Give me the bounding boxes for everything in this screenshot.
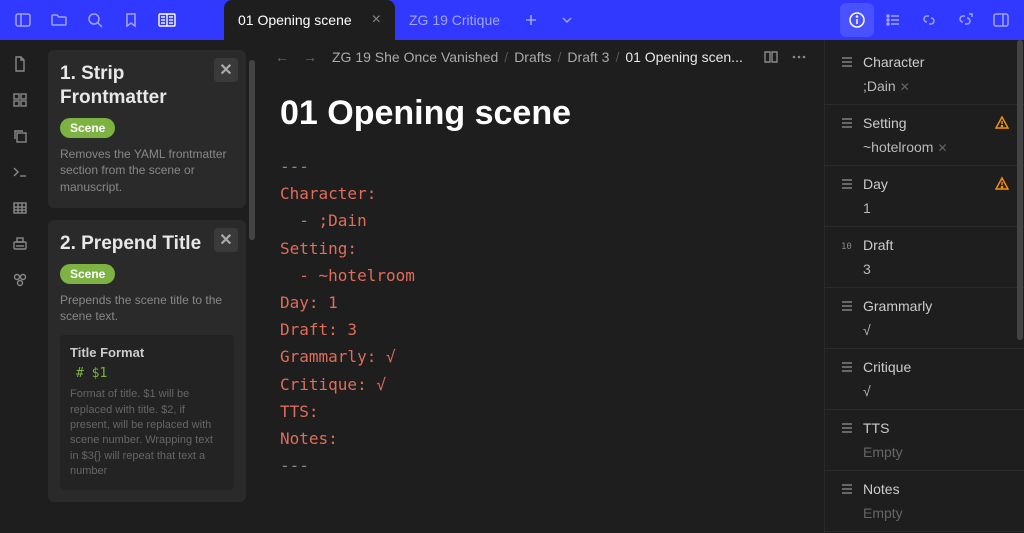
prop-value[interactable]: √ [839, 318, 1010, 342]
modules-icon[interactable] [4, 266, 36, 294]
title-format-panel: Title Format # $1 Format of title. $1 wi… [60, 335, 234, 489]
tab-critique[interactable]: ZG 19 Critique [395, 0, 514, 40]
terminal-icon[interactable] [4, 158, 36, 186]
prop-icon: 10 [839, 237, 855, 253]
breadcrumb[interactable]: ZG 19 She Once Vanished / Drafts / Draft… [332, 49, 750, 65]
typewriter-icon[interactable] [4, 230, 36, 258]
prop-label: Setting [863, 115, 907, 131]
scene-badge: Scene [60, 264, 115, 284]
properties-panel: Character ;Dain✕ Setting ~hotelroom✕ Day 1 10 D… [824, 40, 1024, 533]
property-day[interactable]: Day 1 [825, 166, 1024, 226]
svg-text:10: 10 [841, 242, 852, 252]
editor-pane: ← → ZG 19 She Once Vanished / Drafts / D… [256, 40, 824, 533]
property-character[interactable]: Character ;Dain✕ [825, 44, 1024, 104]
warning-icon [994, 115, 1010, 131]
prop-value[interactable]: ~hotelroom✕ [839, 135, 1010, 159]
card-desc: Prepends the scene title to the scene te… [60, 292, 234, 326]
close-icon[interactable]: ✕ [214, 228, 238, 252]
subcard-help: Format of title. $1 will be replaced wit… [70, 387, 224, 479]
card-title: 1. Strip Frontmatter [60, 62, 234, 110]
prop-value[interactable]: √ [839, 379, 1010, 403]
bookmark-icon[interactable] [114, 3, 148, 37]
more-icon[interactable] [790, 48, 808, 66]
prop-value[interactable]: Empty [839, 440, 1010, 464]
file-icon[interactable] [4, 50, 36, 78]
frontmatter[interactable]: --- Character: - ;Dain Setting: - ~hotel… [280, 153, 800, 479]
subcard-heading: Title Format [70, 345, 224, 360]
backlinks-icon[interactable] [912, 3, 946, 37]
prop-value[interactable]: 1 [839, 196, 1010, 220]
scrollbar[interactable] [248, 40, 256, 533]
grid-icon[interactable] [4, 86, 36, 114]
reading-view-icon[interactable] [762, 48, 780, 66]
card-desc: Removes the YAML frontmatter section fro… [60, 146, 234, 196]
prop-label: Draft [863, 237, 893, 253]
nav-back-icon[interactable]: ← [272, 49, 292, 65]
tab-opening-scene[interactable]: 01 Opening scene × [224, 0, 395, 40]
property-critique[interactable]: Critique √ [825, 349, 1024, 409]
search-icon[interactable] [78, 3, 112, 37]
card-strip-frontmatter[interactable]: ✕ 1. Strip Frontmatter Scene Removes the… [48, 50, 246, 208]
prop-value[interactable]: ;Dain✕ [839, 74, 1010, 98]
prop-icon [839, 359, 855, 375]
property-tts[interactable]: TTS Empty [825, 410, 1024, 470]
nav-forward-icon[interactable]: → [300, 49, 320, 65]
left-panel-toggle-icon[interactable] [6, 3, 40, 37]
sidebar: ✕ 1. Strip Frontmatter Scene Removes the… [40, 40, 256, 533]
tab-label: ZG 19 Critique [409, 12, 500, 28]
folder-icon[interactable] [42, 3, 76, 37]
outline-icon[interactable] [876, 3, 910, 37]
prop-label: Notes [863, 481, 900, 497]
copy-icon[interactable] [4, 122, 36, 150]
close-icon[interactable]: ✕ [214, 58, 238, 82]
prop-icon [839, 481, 855, 497]
prop-icon [839, 115, 855, 131]
left-rail [0, 40, 40, 533]
right-panel-toggle-icon[interactable] [984, 3, 1018, 37]
card-prepend-title[interactable]: ✕ 2. Prepend Title Scene Prepends the sc… [48, 220, 246, 502]
property-notes[interactable]: Notes Empty [825, 471, 1024, 531]
close-icon[interactable]: × [372, 11, 381, 29]
prop-label: TTS [863, 420, 889, 436]
prop-label: Character [863, 54, 924, 70]
tab-label: 01 Opening scene [238, 12, 352, 28]
scene-badge: Scene [60, 118, 115, 138]
outgoing-links-icon[interactable] [948, 3, 982, 37]
titlebar: 01 Opening scene × ZG 19 Critique [0, 0, 1024, 40]
prop-icon [839, 176, 855, 192]
property-draft[interactable]: 10 Draft 3 [825, 227, 1024, 287]
reading-icon[interactable] [150, 3, 184, 37]
remove-icon[interactable]: ✕ [900, 80, 910, 94]
warning-icon [994, 176, 1010, 192]
editor-content[interactable]: 01 Opening scene --- Character: - ;Dain … [256, 74, 824, 533]
prop-value[interactable]: Empty [839, 501, 1010, 525]
title-format-value[interactable]: # $1 [70, 366, 224, 381]
prop-icon [839, 298, 855, 314]
property-setting[interactable]: Setting ~hotelroom✕ [825, 105, 1024, 165]
tab-bar: 01 Opening scene × ZG 19 Critique [224, 0, 840, 40]
card-title: 2. Prepend Title [60, 232, 234, 256]
info-icon[interactable] [840, 3, 874, 37]
prop-label: Grammarly [863, 298, 932, 314]
tab-dropdown-icon[interactable] [550, 3, 584, 37]
prop-label: Day [863, 176, 888, 192]
table-icon[interactable] [4, 194, 36, 222]
prop-icon [839, 54, 855, 70]
document-title[interactable]: 01 Opening scene [280, 94, 800, 133]
new-tab-icon[interactable] [514, 3, 548, 37]
property-grammarly[interactable]: Grammarly √ [825, 288, 1024, 348]
remove-icon[interactable]: ✕ [937, 141, 947, 155]
prop-value[interactable]: 3 [839, 257, 1010, 281]
prop-label: Critique [863, 359, 911, 375]
prop-icon [839, 420, 855, 436]
